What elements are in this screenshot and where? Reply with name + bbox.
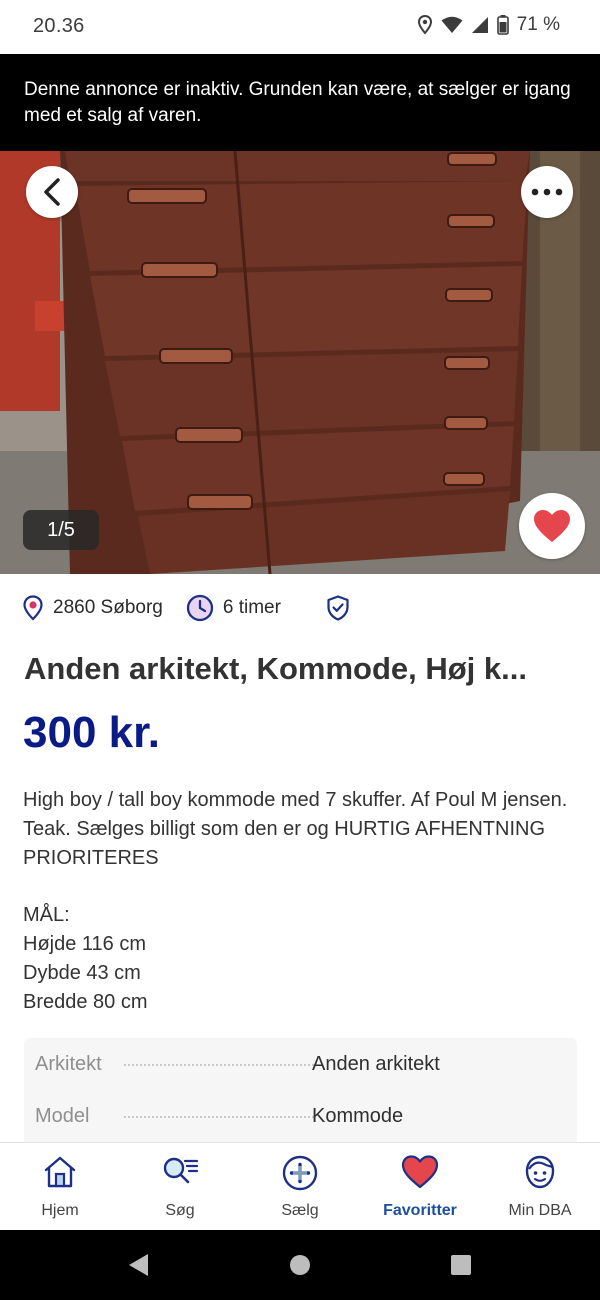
spec-value: Kommode <box>312 1104 404 1127</box>
profile-face-icon <box>525 1155 555 1189</box>
back-button[interactable] <box>26 166 78 218</box>
more-options-button[interactable] <box>521 166 573 218</box>
battery-icon <box>496 15 509 35</box>
nav-label: Hjem <box>41 1202 79 1219</box>
back-triangle-icon[interactable] <box>128 1253 150 1277</box>
nav-label: Favoritter <box>383 1202 457 1219</box>
spec-key: Arkitekt <box>35 1052 102 1075</box>
nav-item-sog[interactable]: Søg <box>120 1143 240 1231</box>
more-dots-icon <box>531 188 563 196</box>
home-circle-icon[interactable] <box>289 1253 311 1277</box>
listing-description: High boy / tall boy kommode med 7 skuffe… <box>23 789 568 1013</box>
location-icon <box>417 15 433 35</box>
nav-label: Min DBA <box>508 1202 572 1219</box>
spec-key: Model <box>35 1104 90 1127</box>
back-arrow-icon <box>44 178 60 206</box>
battery-percent: 71 % <box>516 14 560 35</box>
heart-icon <box>534 510 570 542</box>
time-meta: 6 timer <box>186 594 281 622</box>
nav-label: Søg <box>165 1202 195 1219</box>
inactive-banner: Denne annonce er inaktiv. Grunden kan væ… <box>0 54 600 151</box>
favorite-button[interactable] <box>519 493 585 559</box>
spec-dots <box>124 1116 314 1118</box>
inactive-banner-text: Denne annonce er inaktiv. Grunden kan væ… <box>24 79 571 126</box>
wifi-icon <box>441 16 463 34</box>
spec-dots <box>124 1064 314 1066</box>
status-time: 20.36 <box>33 15 85 37</box>
location-text: 2860 Søborg <box>53 597 163 618</box>
bottom-navigation: Hjem Søg Sælg Favoritter Min DBA <box>0 1142 600 1230</box>
nav-item-min-dba[interactable]: Min DBA <box>480 1143 600 1231</box>
search-list-icon <box>163 1157 199 1184</box>
spec-row-arkitekt: Arkitekt Anden arkitekt <box>24 1038 577 1090</box>
nav-label: Sælg <box>281 1202 319 1219</box>
spec-row-model: Model Kommode <box>24 1090 577 1142</box>
time-ago-text: 6 timer <box>222 597 281 618</box>
listing-title: Anden arkitekt, Kommode, Høj k... <box>24 651 527 686</box>
verified-shield-icon <box>327 595 349 621</box>
plus-circle-icon <box>282 1155 318 1191</box>
nav-item-saelg[interactable]: Sælg <box>240 1143 360 1231</box>
status-icons: 71 % <box>417 14 560 36</box>
listing-price: 300 kr. <box>23 708 161 757</box>
heart-icon <box>401 1155 439 1189</box>
verified-meta[interactable] <box>326 595 350 621</box>
system-navigation-bar <box>0 1230 600 1300</box>
clock-icon <box>186 594 214 622</box>
specs-table: Arkitekt Anden arkitekt Model Kommode <box>24 1038 577 1142</box>
recents-square-icon[interactable] <box>450 1253 472 1277</box>
listing-image-gallery[interactable]: 1/5 <box>0 151 600 574</box>
spec-value: Anden arkitekt <box>312 1052 440 1075</box>
status-bar: 20.36 71 % <box>0 0 600 54</box>
location-pin-icon <box>23 595 43 621</box>
nav-item-hjem[interactable]: Hjem <box>0 1143 120 1231</box>
listing-meta: 2860 Søborg 6 timer <box>22 592 350 624</box>
home-icon <box>44 1156 76 1188</box>
image-counter: 1/5 <box>23 510 99 550</box>
signal-icon <box>471 16 489 34</box>
nav-item-favoritter[interactable]: Favoritter <box>360 1143 480 1231</box>
location-meta: 2860 Søborg <box>22 595 163 621</box>
